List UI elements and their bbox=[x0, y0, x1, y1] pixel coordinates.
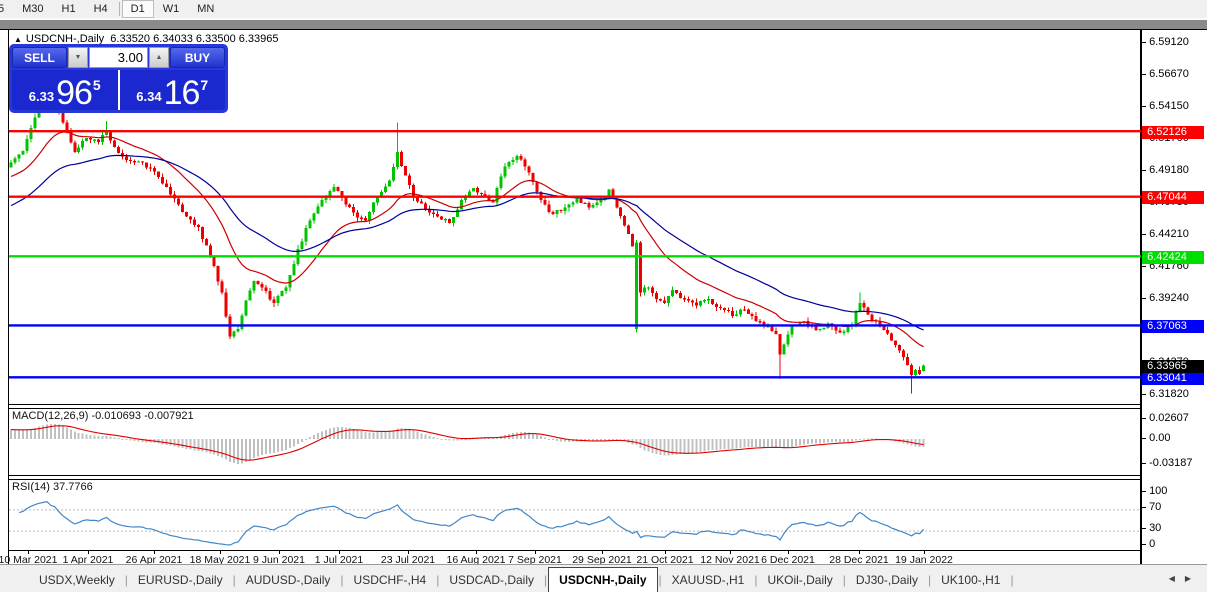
axis-tick-mark bbox=[1142, 528, 1146, 529]
volume-decrease-button[interactable]: ▼ bbox=[68, 47, 88, 68]
chart-left-gutter bbox=[0, 30, 8, 564]
ask-price-sup: 7 bbox=[200, 77, 208, 93]
timeframe-button-H4[interactable]: H4 bbox=[85, 0, 117, 18]
tab-scroll-left-icon[interactable]: ◀ bbox=[1169, 574, 1185, 583]
chart-tab-eurusd-daily[interactable]: EURUSD-,Daily bbox=[129, 569, 232, 591]
ask-price-big: 16 bbox=[164, 78, 200, 108]
axis-tick-mark bbox=[1142, 74, 1146, 75]
timeframe-button-5[interactable]: 5 bbox=[0, 0, 13, 18]
macd-tick-label: 0.02607 bbox=[1149, 412, 1189, 424]
chart-tab-dj30-daily[interactable]: DJ30-,Daily bbox=[847, 569, 927, 591]
rsi-tick-label: 100 bbox=[1149, 485, 1167, 497]
one-click-trading-panel: SELL ▼ 3.00 ▲ BUY 6.33 96 5 6.34 16 7 bbox=[9, 44, 228, 113]
price-tick-label: 6.59120 bbox=[1149, 36, 1189, 48]
bid-price-sup: 5 bbox=[93, 77, 101, 93]
tab-scroll-right-icon[interactable]: ▶ bbox=[1185, 574, 1201, 583]
tab-separator: | bbox=[436, 573, 439, 587]
level-price-label: 6.37063 bbox=[1142, 320, 1204, 333]
price-tick-label: 6.49180 bbox=[1149, 164, 1189, 176]
chart-tab-audusd-daily[interactable]: AUDUSD-,Daily bbox=[237, 569, 340, 591]
level-price-label: 6.42424 bbox=[1142, 251, 1204, 264]
axis-tick-mark bbox=[1142, 491, 1146, 492]
rsi-tick-label: 0 bbox=[1149, 538, 1155, 550]
axis-tick-mark bbox=[1142, 438, 1146, 439]
bid-price-big: 96 bbox=[56, 78, 92, 108]
timeframe-button-H1[interactable]: H1 bbox=[53, 0, 85, 18]
axis-tick-mark bbox=[1142, 106, 1146, 107]
tab-separator: | bbox=[125, 573, 128, 587]
price-tick-label: 6.54150 bbox=[1149, 100, 1189, 112]
tab-separator: | bbox=[340, 573, 343, 587]
chart-tab-usdchf-h4[interactable]: USDCHF-,H4 bbox=[345, 569, 436, 591]
chart-tab-ukoil-daily[interactable]: UKOil-,Daily bbox=[758, 569, 841, 591]
tab-separator: | bbox=[233, 573, 236, 587]
main-chart-panel[interactable]: ▲USDCNH-,Daily 6.33520 6.34033 6.33500 6… bbox=[9, 30, 1140, 404]
axis-tick-mark bbox=[1142, 42, 1146, 43]
level-price-label: 6.52126 bbox=[1142, 126, 1204, 139]
chart-window: ▲USDCNH-,Daily 6.33520 6.34033 6.33500 6… bbox=[0, 29, 1207, 564]
chart-tab-xauusd-h1[interactable]: XAUUSD-,H1 bbox=[663, 569, 754, 591]
price-tick-label: 6.56670 bbox=[1149, 68, 1189, 80]
chart-tab-usdx-weekly[interactable]: USDX,Weekly bbox=[30, 569, 124, 591]
plot-column: ▲USDCNH-,Daily 6.33520 6.34033 6.33500 6… bbox=[8, 30, 1141, 564]
bid-price-small: 6.33 bbox=[29, 89, 54, 104]
tab-scroll-arrows[interactable]: ◀▶ bbox=[1169, 574, 1201, 583]
axis-tick-mark bbox=[1142, 266, 1146, 267]
bid-price-display[interactable]: 6.33 96 5 bbox=[12, 70, 120, 110]
level-price-label: 6.33041 bbox=[1142, 372, 1204, 385]
macd-tick-label: 0.00 bbox=[1149, 432, 1170, 444]
rsi-tick-label: 70 bbox=[1149, 501, 1161, 513]
axis-tick-mark bbox=[1142, 418, 1146, 419]
timeframe-button-D1[interactable]: D1 bbox=[122, 0, 154, 18]
rsi-panel[interactable]: RSI(14) 37.7766 bbox=[9, 480, 1140, 550]
axis-tick-mark bbox=[1142, 394, 1146, 395]
timeframe-button-M30[interactable]: M30 bbox=[13, 0, 52, 18]
chart-tab-usdcad-daily[interactable]: USDCAD-,Daily bbox=[440, 569, 543, 591]
tab-separator: | bbox=[544, 573, 547, 587]
macd-label: MACD(12,26,9) -0.010693 -0.007921 bbox=[12, 410, 194, 422]
price-tick-label: 6.44210 bbox=[1149, 228, 1189, 240]
volume-increase-button[interactable]: ▲ bbox=[149, 47, 169, 68]
timeframe-button-W1[interactable]: W1 bbox=[154, 0, 189, 18]
tab-separator: | bbox=[754, 573, 757, 587]
tab-separator: | bbox=[843, 573, 846, 587]
price-axis[interactable]: 6.591206.566706.541506.517006.491806.467… bbox=[1141, 30, 1207, 564]
sell-button[interactable]: SELL bbox=[12, 47, 67, 68]
rsi-canvas[interactable] bbox=[9, 480, 1141, 550]
toolbar-divider bbox=[119, 2, 120, 16]
ask-price-small: 6.34 bbox=[136, 89, 161, 104]
ask-price-display[interactable]: 6.34 16 7 bbox=[120, 70, 226, 110]
axis-tick-mark bbox=[1142, 234, 1146, 235]
workspace-top-band bbox=[0, 18, 1207, 29]
tab-separator: | bbox=[928, 573, 931, 587]
volume-input[interactable]: 3.00 bbox=[89, 47, 148, 68]
axis-tick-mark bbox=[1142, 507, 1146, 508]
timeframe-button-MN[interactable]: MN bbox=[188, 0, 223, 18]
chart-tab-bar: USDX,Weekly|EURUSD-,Daily|AUDUSD-,Daily|… bbox=[0, 564, 1207, 592]
price-tick-label: 6.31820 bbox=[1149, 388, 1189, 400]
axis-tick-mark bbox=[1142, 463, 1146, 464]
axis-tick-mark bbox=[1142, 170, 1146, 171]
chart-tab-usdcnh-daily[interactable]: USDCNH-,Daily bbox=[548, 567, 657, 592]
buy-button[interactable]: BUY bbox=[170, 47, 225, 68]
current-price-label: 6.33965 bbox=[1142, 360, 1204, 373]
macd-tick-label: -0.03187 bbox=[1149, 457, 1192, 469]
tab-separator: | bbox=[659, 573, 662, 587]
rsi-label: RSI(14) 37.7766 bbox=[12, 481, 93, 493]
tab-separator: | bbox=[1010, 573, 1013, 587]
chart-tab-uk100-h1[interactable]: UK100-,H1 bbox=[932, 569, 1009, 591]
level-price-label: 6.47044 bbox=[1142, 191, 1204, 204]
price-tick-label: 6.39240 bbox=[1149, 292, 1189, 304]
axis-tick-mark bbox=[1142, 298, 1146, 299]
axis-tick-mark bbox=[1142, 544, 1146, 545]
timeframe-toolbar: 5M30H1H4 D1W1MN bbox=[0, 0, 1207, 18]
rsi-tick-label: 30 bbox=[1149, 522, 1161, 534]
collapse-arrow-icon[interactable]: ▲ bbox=[14, 35, 22, 44]
macd-panel[interactable]: MACD(12,26,9) -0.010693 -0.007921 bbox=[9, 409, 1140, 475]
